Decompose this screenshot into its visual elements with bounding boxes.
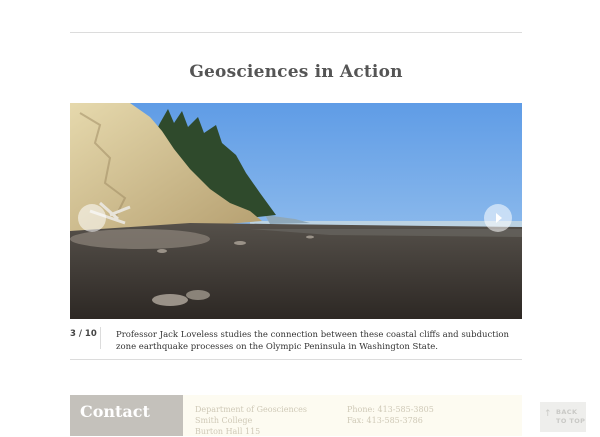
contact-title: Contact	[80, 402, 150, 421]
section-title: Geosciences in Action	[189, 62, 403, 82]
address-line: Burton Hall 115	[195, 427, 261, 436]
chevron-left-icon	[88, 213, 94, 223]
slideshow-prev-button[interactable]	[78, 204, 106, 232]
back-to-top-button[interactable]: ↑ BACK TO TOP	[540, 402, 586, 432]
contact-tab: Contact	[70, 395, 183, 436]
back-to-top-label: BACK TO TOP	[556, 408, 586, 425]
bottom-divider	[70, 359, 522, 360]
slide-counter: 3 / 10	[70, 329, 97, 339]
slideshow-next-button[interactable]	[484, 204, 512, 232]
arrow-up-icon: ↑	[544, 409, 552, 419]
contact-footer: Contact Department of Geosciences Smith …	[70, 395, 522, 436]
phone-block: Phone: 413-585-3805 Fax: 413-585-3786	[347, 404, 434, 426]
caption-divider	[100, 327, 101, 349]
address-line: Smith College	[195, 416, 253, 425]
beach-cliff-photo	[70, 103, 522, 319]
top-divider	[70, 32, 522, 33]
address-block: Department of Geosciences Smith College …	[195, 404, 307, 437]
slide-caption-text: Professor Jack Loveless studies the conn…	[116, 330, 510, 352]
fax-number: Fax: 413-585-3786	[347, 416, 423, 425]
play-right-icon	[496, 213, 502, 223]
address-line: Department of Geosciences	[195, 405, 307, 414]
phone-number[interactable]: Phone: 413-585-3805	[347, 404, 434, 415]
slideshow-image[interactable]	[70, 103, 522, 319]
